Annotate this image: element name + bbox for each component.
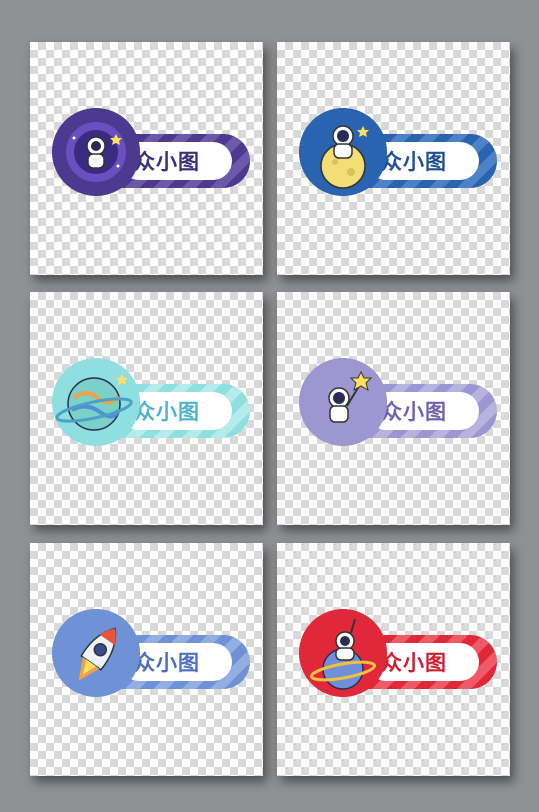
badge-card-6: 众小图 — [277, 543, 510, 776]
badge-label: 众小图 — [381, 150, 447, 174]
astronaut-star-icon — [299, 358, 387, 446]
badge-card-3: 众小图 — [30, 292, 263, 525]
badge-label: 众小图 — [381, 651, 447, 675]
planet-icon — [52, 358, 140, 446]
badge-card-4: 众小图 — [277, 292, 510, 525]
badge-card-1: 众小图 — [30, 42, 263, 275]
badge-card-5: 众小图 — [30, 543, 263, 776]
astronaut-galaxy-icon — [52, 108, 140, 196]
badge-label: 众小图 — [134, 150, 200, 174]
astronaut-moon-icon — [299, 108, 387, 196]
badge-label: 众小图 — [381, 400, 447, 424]
badge-label: 众小图 — [134, 651, 200, 675]
badge-label: 众小图 — [134, 400, 200, 424]
badge-card-2: 众小图 — [277, 42, 510, 275]
astronaut-planet-icon — [299, 609, 387, 697]
rocket-icon — [52, 609, 140, 697]
